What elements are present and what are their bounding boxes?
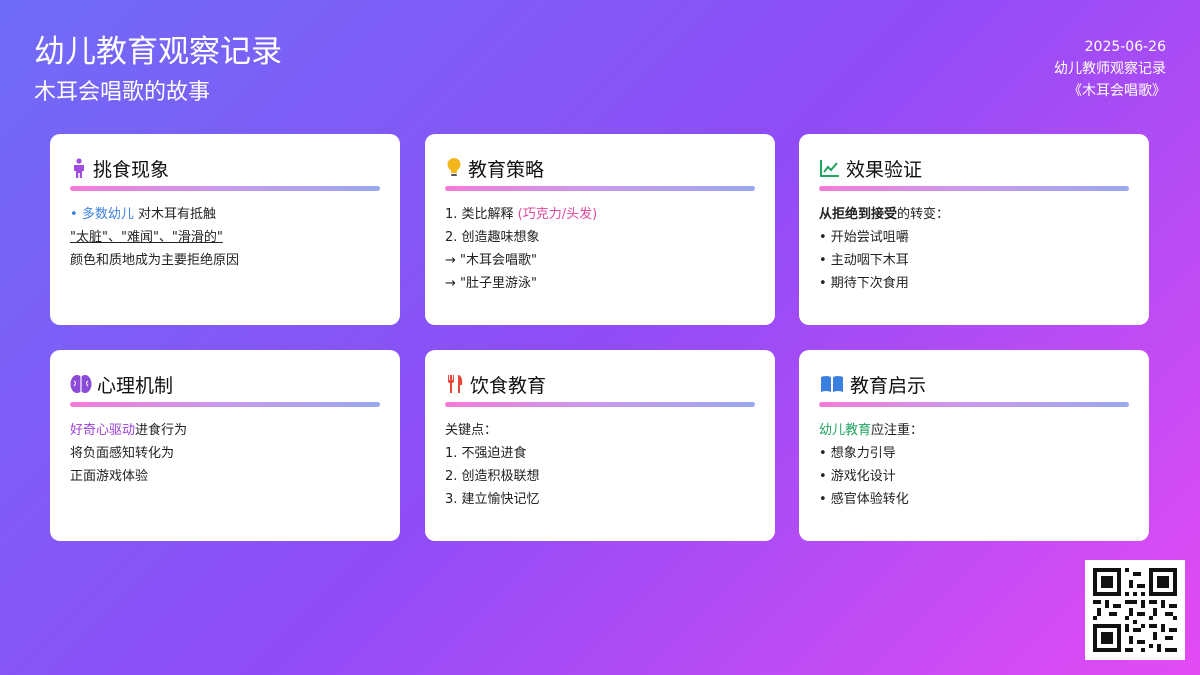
line-text: 的转变： <box>897 207 950 222</box>
card-header: 教育策略 <box>445 154 755 182</box>
card-line: 从拒绝到接受的转变： <box>819 203 1129 226</box>
card-title-underline <box>819 186 1129 191</box>
card-title: 心理机制 <box>97 374 174 397</box>
card-header: 饮食教育 <box>445 370 755 398</box>
card-title: 饮食教育 <box>470 374 547 397</box>
card-header: 效果验证 <box>819 154 1129 182</box>
card-header: 心理机制 <box>70 370 380 398</box>
card-body: 1. 类比解释 (巧克力/头发) 2. 创造趣味想象 → "木耳会唱歌" → "… <box>445 203 755 295</box>
card-header: 挑食现象 <box>70 154 380 182</box>
card-line: • 游戏化设计 <box>819 469 896 484</box>
card-line: 2. 创造积极联想 <box>445 469 540 484</box>
brain-icon <box>70 373 92 395</box>
card-title: 教育启示 <box>850 374 927 397</box>
highlight-text: 从拒绝到接受 <box>819 207 898 222</box>
bullet: • <box>70 207 78 222</box>
person-icon <box>70 157 88 179</box>
utensils-icon <box>445 373 465 395</box>
card-line: 正面游戏体验 <box>70 469 149 484</box>
card-title: 教育策略 <box>468 158 545 181</box>
lightbulb-icon <box>445 157 463 179</box>
card-line: 2. 创造趣味想象 <box>445 230 540 245</box>
line-text: 进食行为 <box>135 423 188 438</box>
card-body: • 多数幼儿 对木耳有抵触 "太脏"、"难闻"、"滑滑的" 颜色和质地成为主要拒… <box>70 203 380 272</box>
card-line: 1. 不强迫进食 <box>445 446 527 461</box>
author-label: 幼儿教师观察记录 <box>1054 61 1166 77</box>
highlight-text: (巧克力/头发) <box>517 207 598 222</box>
card-title-underline <box>70 186 380 191</box>
card-line: 颜色和质地成为主要拒绝原因 <box>70 253 240 268</box>
card-title-underline <box>819 402 1129 407</box>
header-left: 幼儿教育观察记录 木耳会唱歌的故事 <box>34 30 282 110</box>
card-diet-education: 饮食教育 关键点： 1. 不强迫进食 2. 创造积极联想 3. 建立愉快记忆 <box>425 350 775 541</box>
page-title: 幼儿教育观察记录 <box>34 34 282 70</box>
highlight-text: 多数幼儿 <box>81 207 134 222</box>
card-line: → "木耳会唱歌" <box>445 253 537 268</box>
line-text: 对木耳有抵触 <box>133 207 216 222</box>
card-title-underline <box>70 402 380 407</box>
card-body: 关键点： 1. 不强迫进食 2. 创造积极联想 3. 建立愉快记忆 <box>445 419 755 511</box>
card-line: • 主动咽下木耳 <box>819 253 909 268</box>
highlight-text: 幼儿教育 <box>819 423 872 438</box>
card-title: 挑食现象 <box>93 158 170 181</box>
card-education-strategy: 教育策略 1. 类比解释 (巧克力/头发) 2. 创造趣味想象 → "木耳会唱歌… <box>425 134 775 325</box>
card-title: 效果验证 <box>846 158 923 181</box>
card-line: 1. 类比解释 (巧克力/头发) <box>445 203 755 226</box>
card-title-underline <box>445 186 755 191</box>
card-line: • 多数幼儿 对木耳有抵触 <box>70 203 380 226</box>
card-line: 好奇心驱动进食行为 <box>70 419 380 442</box>
card-line: "太脏"、"难闻"、"滑滑的" <box>70 230 223 245</box>
card-line: 将负面感知转化为 <box>70 446 175 461</box>
card-body: 从拒绝到接受的转变： • 开始尝试咀嚼 • 主动咽下木耳 • 期待下次食用 <box>819 203 1129 295</box>
card-line: 3. 建立愉快记忆 <box>445 492 540 507</box>
card-education-insights: 教育启示 幼儿教育应注重： • 想象力引导 • 游戏化设计 • 感官体验转化 <box>799 350 1149 541</box>
card-line: 幼儿教育应注重： <box>819 419 1129 442</box>
chart-line-icon <box>819 157 841 179</box>
highlight-text: 好奇心驱动 <box>70 423 136 438</box>
line-text: 1. 类比解释 <box>445 207 518 222</box>
line-text: 应注重： <box>871 423 924 438</box>
card-body: 好奇心驱动进食行为 将负面感知转化为 正面游戏体验 <box>70 419 380 488</box>
card-effect-verification: 效果验证 从拒绝到接受的转变： • 开始尝试咀嚼 • 主动咽下木耳 • 期待下次… <box>799 134 1149 325</box>
card-psychological-mechanism: 心理机制 好奇心驱动进食行为 将负面感知转化为 正面游戏体验 <box>50 350 400 541</box>
card-line: • 感官体验转化 <box>819 492 909 507</box>
card-line: • 开始尝试咀嚼 <box>819 230 909 245</box>
date-label: 2025-06-26 <box>1084 39 1166 55</box>
card-picky-eating: 挑食现象 • 多数幼儿 对木耳有抵触 "太脏"、"难闻"、"滑滑的" 颜色和质地… <box>50 134 400 325</box>
card-line: → "肚子里游泳" <box>445 276 537 291</box>
card-body: 幼儿教育应注重： • 想象力引导 • 游戏化设计 • 感官体验转化 <box>819 419 1129 511</box>
card-header: 教育启示 <box>819 370 1129 398</box>
book-label: 《木耳会唱歌》 <box>1068 83 1166 99</box>
book-icon <box>819 373 845 395</box>
card-line: • 想象力引导 <box>819 446 896 461</box>
header-meta: 2025-06-26 幼儿教师观察记录 《木耳会唱歌》 <box>1054 36 1166 102</box>
qr-code[interactable] <box>1085 560 1185 660</box>
card-title-underline <box>445 402 755 407</box>
card-line: • 期待下次食用 <box>819 276 909 291</box>
page-subtitle: 木耳会唱歌的故事 <box>34 80 211 105</box>
card-line: 关键点： <box>445 423 498 438</box>
